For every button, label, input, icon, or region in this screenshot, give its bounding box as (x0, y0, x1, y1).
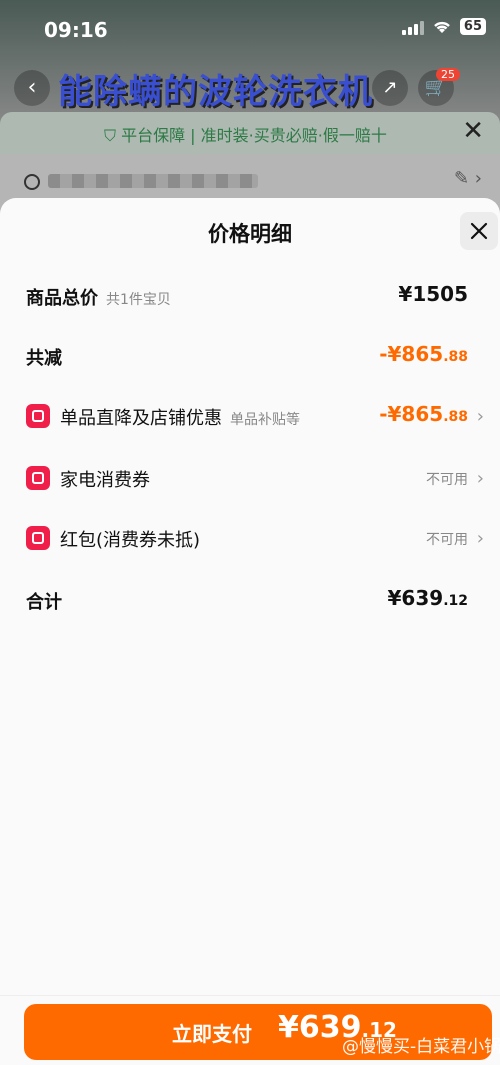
close-button[interactable] (460, 212, 498, 250)
close-icon (470, 222, 488, 240)
watermark: @慢慢买-白菜君小锅 (342, 1037, 500, 1057)
price-detail-sheet: 价格明细 商品总价 共1件宝贝 ¥1505 共减 -¥865.88 单品直降及店铺… (0, 198, 500, 1065)
back-icon: ‹ (14, 70, 50, 106)
row-label: 红包(消费券未抵) (60, 530, 201, 551)
chevron-right-icon: › (476, 528, 484, 549)
shield-icon: ⛉ (104, 126, 122, 145)
row-label: 合计 (26, 592, 62, 613)
total-reduction-value: -¥865.88 (379, 342, 468, 366)
background-nav: ‹ 能除螨的波轮洗衣机 ↗ 🛒 25 (0, 62, 500, 112)
cart-badge: 25 (436, 68, 460, 81)
sheet-title: 价格明细 (208, 222, 292, 246)
total-value: ¥639.12 (387, 586, 468, 610)
row-label: 单品直降及店铺优惠 单品补贴等 (60, 408, 300, 429)
background-headline: 能除螨的波轮洗衣机 (58, 72, 373, 112)
row-label: 共减 (26, 348, 62, 369)
red-packet-status: 不可用 (426, 532, 468, 548)
row-sub: 共1件宝贝 (106, 292, 171, 308)
row-red-packet[interactable]: 红包(消费券未抵) 不可用 › (0, 518, 500, 558)
pay-label: 立即支付 (172, 1022, 252, 1046)
row-total: 合计 ¥639.12 (0, 580, 500, 620)
row-goods-total: 商品总价 共1件宝贝 ¥1505 (0, 276, 500, 316)
row-total-reduction: 共减 -¥865.88 (0, 336, 500, 376)
row-sub: 单品补贴等 (230, 412, 300, 428)
row-label: 商品总价 共1件宝贝 (26, 288, 171, 309)
battery-icon: 65 (459, 18, 486, 35)
store-discount-value: -¥865.88 (379, 402, 468, 426)
edit-icon: ✎ › (453, 168, 482, 189)
location-icon (24, 174, 40, 190)
row-label: 家电消费券 (60, 470, 150, 491)
share-icon: ↗ (372, 70, 408, 106)
chevron-right-icon: › (476, 406, 484, 427)
status-icons: 65 (401, 18, 486, 35)
goods-total-value: ¥1505 (398, 282, 468, 306)
shop-discount-icon (26, 404, 50, 428)
coupon-status: 不可用 (426, 472, 468, 488)
wifi-icon (434, 21, 450, 33)
row-appliance-coupon[interactable]: 家电消费券 不可用 › (0, 458, 500, 498)
bottom-bar: 立即支付 ¥639.12 @慢慢买-白菜君小锅 (0, 995, 500, 1065)
guarantee-text: ⛉ 平台保障 | 准时装·买贵必赔·假一赔十 (104, 126, 387, 145)
red-packet-icon (26, 526, 50, 550)
status-time: 09:16 (44, 18, 108, 42)
pay-now-button[interactable]: 立即支付 ¥639.12 @慢慢买-白菜君小锅 (24, 1004, 500, 1060)
guarantee-banner: ⛉ 平台保障 | 准时装·买贵必赔·假一赔十 ✕ (0, 112, 500, 154)
signal-icon (401, 19, 424, 35)
row-store-discount[interactable]: 单品直降及店铺优惠 单品补贴等 -¥865.88 › (0, 396, 500, 436)
status-bar: 09:16 65 (0, 0, 500, 60)
chevron-right-icon: › (476, 468, 484, 489)
close-icon: ✕ (462, 116, 484, 146)
appliance-coupon-icon (26, 466, 50, 490)
blurred-address (48, 174, 258, 188)
